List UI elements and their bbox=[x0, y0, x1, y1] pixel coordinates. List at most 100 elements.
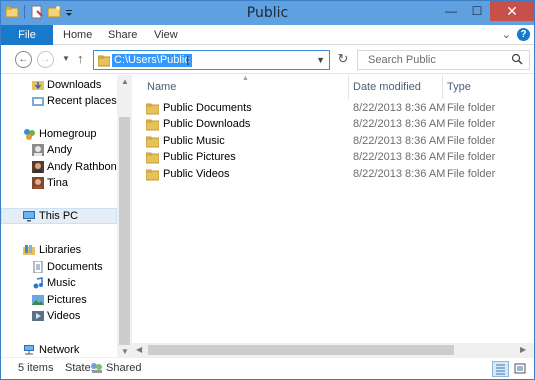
file-type: File folder bbox=[447, 118, 496, 130]
nav-pane-scrollbar[interactable]: ▲ ▼ bbox=[117, 75, 132, 357]
nav-item-libraries[interactable]: Libraries bbox=[1, 242, 117, 258]
nav-item-this-pc[interactable]: This PC bbox=[1, 208, 117, 224]
shared-icon bbox=[90, 362, 104, 377]
scrollbar-thumb[interactable] bbox=[119, 117, 130, 345]
folder-icon bbox=[97, 55, 111, 70]
file-type: File folder bbox=[447, 135, 496, 147]
window-controls: — ☐ ✕ bbox=[438, 1, 534, 21]
large-icons-view-button[interactable] bbox=[512, 361, 529, 377]
nav-item-andy[interactable]: Andy bbox=[1, 142, 117, 158]
libraries-icon bbox=[23, 244, 35, 256]
refresh-icon: ↻ bbox=[337, 51, 349, 66]
file-date: 8/22/2013 8:36 AM bbox=[353, 135, 446, 147]
file-date: 8/22/2013 8:36 AM bbox=[353, 118, 446, 130]
sort-ascending-icon: ▲ bbox=[242, 75, 249, 82]
nav-item-pictures[interactable]: Pictures bbox=[1, 292, 117, 308]
nav-item-network[interactable]: Network bbox=[1, 342, 117, 357]
scroll-right-arrow-icon[interactable]: ▶ bbox=[520, 345, 526, 354]
address-path[interactable]: C:\Users\Public bbox=[112, 54, 192, 67]
back-arrow-icon: ← bbox=[18, 54, 29, 65]
user-avatar-icon bbox=[32, 144, 44, 156]
nav-item-andy-rathbone[interactable]: Andy Rathbone bbox=[1, 159, 123, 175]
nav-item-label: This PC bbox=[39, 210, 79, 222]
nav-item-downloads[interactable]: Downloads bbox=[1, 77, 117, 93]
tab-file[interactable]: File bbox=[1, 25, 53, 45]
videos-library-icon bbox=[32, 310, 44, 322]
nav-item-recent-places[interactable]: Recent places bbox=[1, 93, 117, 109]
nav-item-label: Pictures bbox=[47, 294, 87, 306]
nav-item-videos[interactable]: Videos bbox=[1, 308, 117, 324]
file-row[interactable]: Public Documents 8/22/2013 8:36 AM File … bbox=[140, 101, 534, 117]
title-bar[interactable]: Public — ☐ ✕ bbox=[1, 1, 534, 25]
nav-item-label: Andy bbox=[47, 144, 73, 156]
search-icon[interactable] bbox=[511, 53, 523, 70]
file-type: File folder bbox=[447, 151, 496, 163]
back-button[interactable]: ← bbox=[15, 51, 32, 68]
search-box[interactable]: Search Public bbox=[357, 50, 530, 70]
forward-button[interactable]: → bbox=[37, 51, 54, 68]
close-button[interactable]: ✕ bbox=[490, 1, 534, 21]
search-input[interactable]: Search Public bbox=[368, 54, 436, 66]
forward-arrow-icon: → bbox=[40, 54, 51, 65]
downloads-folder-icon bbox=[32, 79, 44, 91]
state-value: Shared bbox=[106, 362, 142, 374]
file-type: File folder bbox=[447, 102, 496, 114]
nav-item-label: Music bbox=[47, 277, 76, 289]
file-name: Public Music bbox=[163, 135, 225, 147]
folder-icon bbox=[145, 103, 160, 118]
maximize-button[interactable]: ☐ bbox=[464, 1, 490, 21]
nav-item-documents[interactable]: Documents bbox=[1, 259, 117, 275]
refresh-button[interactable]: ↻ bbox=[334, 51, 352, 69]
large-icons-view-icon bbox=[513, 363, 528, 379]
file-row[interactable]: Public Videos 8/22/2013 8:36 AM File fol… bbox=[140, 167, 534, 183]
pictures-library-icon bbox=[32, 294, 44, 306]
tab-home[interactable]: Home bbox=[63, 25, 92, 45]
nav-item-music[interactable]: Music bbox=[1, 275, 117, 291]
tab-share[interactable]: Share bbox=[108, 25, 137, 45]
minimize-button[interactable]: — bbox=[438, 1, 464, 21]
user-avatar-icon bbox=[32, 161, 44, 173]
up-button[interactable]: ↑ bbox=[77, 51, 84, 66]
scrollbar-thumb[interactable] bbox=[148, 345, 454, 355]
column-divider[interactable] bbox=[442, 75, 443, 99]
file-row[interactable]: Public Downloads 8/22/2013 8:36 AM File … bbox=[140, 117, 534, 133]
scroll-down-arrow-icon[interactable]: ▼ bbox=[121, 347, 129, 356]
navigation-pane: Downloads Recent places Homegroup Andy A… bbox=[1, 75, 132, 357]
text-cursor-icon: I bbox=[186, 53, 190, 68]
network-icon bbox=[23, 344, 35, 356]
file-list: ▲ Name Date modified Type Public Documen… bbox=[132, 75, 534, 357]
nav-item-label: Homegroup bbox=[39, 128, 97, 140]
folder-icon bbox=[145, 169, 160, 184]
nav-item-label: Andy Rathbone bbox=[47, 161, 123, 173]
file-date: 8/22/2013 8:36 AM bbox=[353, 151, 446, 163]
column-divider[interactable] bbox=[348, 75, 349, 99]
horizontal-scrollbar[interactable]: ◀ ▶ bbox=[132, 343, 534, 357]
homegroup-icon bbox=[23, 128, 35, 140]
recent-locations-dropdown[interactable]: ▼ bbox=[62, 54, 70, 63]
nav-item-label: Recent places bbox=[47, 95, 117, 107]
column-header-name[interactable]: Name bbox=[147, 75, 176, 99]
ribbon-tabs: File Home Share View ⌄ ? bbox=[1, 25, 534, 45]
address-dropdown-icon[interactable]: ▼ bbox=[316, 55, 325, 65]
file-name: Public Downloads bbox=[163, 118, 251, 130]
file-row[interactable]: Public Pictures 8/22/2013 8:36 AM File f… bbox=[140, 150, 534, 166]
folder-icon bbox=[145, 119, 160, 134]
file-date: 8/22/2013 8:36 AM bbox=[353, 168, 446, 180]
help-button[interactable]: ? bbox=[517, 28, 530, 41]
address-bar[interactable]: C:\Users\Public I ▼ bbox=[93, 50, 330, 70]
item-count: 5 items bbox=[18, 362, 54, 374]
address-row: ← → ▼ ↑ C:\Users\Public I ▼ ↻ Search Pub… bbox=[1, 46, 534, 74]
nav-item-homegroup[interactable]: Homegroup bbox=[1, 126, 117, 142]
tab-view[interactable]: View bbox=[154, 25, 178, 45]
file-date: 8/22/2013 8:36 AM bbox=[353, 102, 446, 114]
folder-icon bbox=[145, 152, 160, 167]
scroll-left-arrow-icon[interactable]: ◀ bbox=[136, 345, 142, 354]
column-header-type[interactable]: Type bbox=[447, 75, 471, 99]
details-view-button[interactable] bbox=[492, 361, 509, 377]
expand-ribbon-button[interactable]: ⌄ bbox=[502, 28, 511, 41]
column-header-date[interactable]: Date modified bbox=[353, 75, 421, 99]
nav-item-tina[interactable]: Tina bbox=[1, 175, 117, 191]
file-row[interactable]: Public Music 8/22/2013 8:36 AM File fold… bbox=[140, 134, 534, 150]
nav-item-label: Downloads bbox=[47, 79, 102, 91]
scroll-up-arrow-icon[interactable]: ▲ bbox=[121, 77, 129, 86]
